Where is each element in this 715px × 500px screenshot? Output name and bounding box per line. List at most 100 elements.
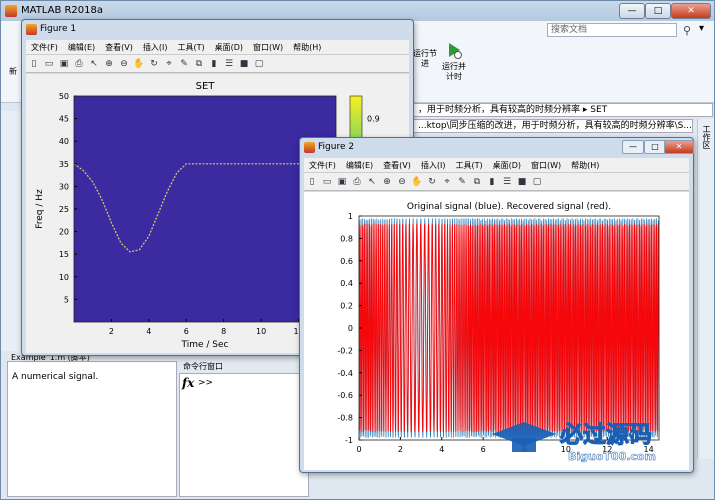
figure2-menu-edit[interactable]: 编辑(E) [341, 158, 378, 173]
x-tick-label: 2 [109, 327, 114, 336]
figure2-menubar: 文件(F) 编辑(E) 查看(V) 插入(I) 工具(T) 桌面(D) 窗口(W) 帮助(H) [304, 158, 689, 173]
minimize-button[interactable]: — [619, 3, 645, 19]
zoom-out-icon[interactable]: ⊖ [396, 176, 408, 188]
command-window-header: 命令行窗口 [179, 361, 309, 373]
figure1-menu-view[interactable]: 查看(V) [100, 40, 138, 55]
figure1-menu-window[interactable]: 窗口(W) [248, 40, 288, 55]
legend-icon[interactable]: ☰ [223, 58, 235, 70]
brush-icon[interactable]: ✎ [178, 58, 190, 70]
y-tick-label: -0.4 [337, 369, 353, 378]
show-tools-icon[interactable]: ▢ [253, 58, 265, 70]
command-window[interactable]: fx >> [179, 373, 309, 497]
zoom-in-icon[interactable]: ⊕ [103, 58, 115, 70]
close-button[interactable]: ✕ [671, 3, 711, 19]
y-axis-label: Freq / Hz [35, 189, 45, 229]
figure1-menu-insert[interactable]: 插入(I) [138, 40, 173, 55]
y-tick-label: 0.6 [340, 257, 353, 266]
x-tick-label: 2 [398, 445, 403, 454]
figure1-menu-file[interactable]: 文件(F) [26, 40, 63, 55]
figure2-minimize-button[interactable]: — [622, 140, 644, 154]
run-and-time-label: 运行并计时 [442, 62, 466, 81]
hide-tools-icon[interactable]: ■ [516, 176, 528, 188]
figure2-menu-tools[interactable]: 工具(T) [450, 158, 487, 173]
figure2-maximize-button[interactable]: □ [644, 140, 666, 154]
figure2-menu-desktop[interactable]: 桌面(D) [488, 158, 526, 173]
run-section-label: 运行节 [413, 49, 437, 58]
figure1-menu-desktop[interactable]: 桌面(D) [210, 40, 248, 55]
figure2-menu-insert[interactable]: 插入(I) [416, 158, 451, 173]
x-tick-label: 8 [221, 327, 226, 336]
run-section-label-2: 进 [421, 59, 429, 68]
x-tick-label: 6 [184, 327, 189, 336]
link-icon[interactable]: ⧉ [471, 176, 483, 188]
figure1-toolbar: ▯ ▭ ▣ ⎙ ↖ ⊕ ⊖ ✋ ↻ ⌖ ✎ ⧉ ▮ ☰ ■ ▢ [26, 55, 409, 73]
editor-file-path: ...ktop\同步压缩的改进，用于时频分析，具有较高的时频分辨率\S... [413, 119, 693, 133]
figure2-menu-help[interactable]: 帮助(H) [566, 158, 604, 173]
watermark-subtext: BiguoT00.com [568, 450, 656, 463]
rotate-icon[interactable]: ↻ [148, 58, 160, 70]
figure2-menu-window[interactable]: 窗口(W) [526, 158, 566, 173]
matlab-logo-icon [5, 5, 17, 17]
maximize-button[interactable]: □ [645, 3, 671, 19]
hide-tools-icon[interactable]: ■ [238, 58, 250, 70]
workspace-side-tab[interactable]: 工作区 [697, 119, 714, 459]
pan-icon[interactable]: ✋ [133, 58, 145, 70]
figure1-menu-help[interactable]: 帮助(H) [288, 40, 326, 55]
figure2-logo-icon [304, 142, 315, 153]
current-folder-address[interactable]: ，用于时频分析，具有较高的时频分辨率 ▸ SET [413, 103, 713, 117]
details-text: A numerical signal. [12, 372, 99, 382]
run-and-time-button[interactable]: 运行并计时 [439, 41, 469, 82]
show-tools-icon[interactable]: ▢ [531, 176, 543, 188]
zoom-in-icon[interactable]: ⊕ [381, 176, 393, 188]
data-cursor-icon[interactable]: ⌖ [163, 58, 175, 70]
heatmap-background [74, 96, 336, 322]
figure2-title: Figure 2 [318, 142, 355, 152]
x-axis-label: Time / Sec [181, 340, 229, 350]
y-tick-label: 0 [348, 324, 353, 333]
fx-icon[interactable]: fx [182, 376, 194, 390]
data-cursor-icon[interactable]: ⌖ [441, 176, 453, 188]
figure1-menubar: 文件(F) 编辑(E) 查看(V) 插入(I) 工具(T) 桌面(D) 窗口(W) 帮助(H) [26, 40, 409, 55]
figure1-titlebar: Figure 1 [22, 20, 413, 40]
save-icon[interactable]: ▣ [336, 176, 348, 188]
print-icon[interactable]: ⎙ [351, 176, 363, 188]
print-icon[interactable]: ⎙ [73, 58, 85, 70]
pointer-icon[interactable]: ↖ [88, 58, 100, 70]
search-input[interactable]: 搜索文档 [547, 23, 677, 37]
x-tick-label: 4 [439, 445, 444, 454]
new-figure-icon[interactable]: ▯ [28, 58, 40, 70]
new-figure-icon[interactable]: ▯ [306, 176, 318, 188]
chart-title: Original signal (blue). Recovered signal… [407, 202, 611, 212]
figure2-close-button[interactable]: ✕ [664, 140, 694, 154]
figure2-toolbar: ▯ ▭ ▣ ⎙ ↖ ⊕ ⊖ ✋ ↻ ⌖ ✎ ⧉ ▮ ☰ ■ ▢ [304, 173, 689, 191]
zoom-out-icon[interactable]: ⊖ [118, 58, 130, 70]
open-file-icon[interactable]: ▭ [321, 176, 333, 188]
series-recovered-signal [358, 223, 660, 433]
colorbar-icon[interactable]: ▮ [208, 58, 220, 70]
legend-icon[interactable]: ☰ [501, 176, 513, 188]
watermark-graphic: 必过源码 BiguoT00.com [492, 421, 656, 463]
y-tick-label: 1 [348, 212, 353, 221]
figure1-menu-edit[interactable]: 编辑(E) [63, 40, 100, 55]
figure2-menu-view[interactable]: 查看(V) [378, 158, 416, 173]
y-tick-label: 15 [59, 250, 69, 259]
figure2-menu-file[interactable]: 文件(F) [304, 158, 341, 173]
colorbar-icon[interactable]: ▮ [486, 176, 498, 188]
settings-icon[interactable]: ▾ [699, 23, 704, 34]
y-tick-label: 30 [59, 182, 69, 191]
link-icon[interactable]: ⧉ [193, 58, 205, 70]
pointer-icon[interactable]: ↖ [366, 176, 378, 188]
x-tick-label: 6 [481, 445, 486, 454]
figure2-titlebar: Figure 2 — □ ✕ [300, 138, 694, 158]
run-section-button[interactable]: 运行节 进 [413, 49, 437, 69]
open-file-icon[interactable]: ▭ [43, 58, 55, 70]
y-tick-label: -0.2 [337, 346, 353, 355]
search-icon[interactable]: ⚲ [683, 24, 691, 37]
figure1-menu-tools[interactable]: 工具(T) [172, 40, 209, 55]
rotate-icon[interactable]: ↻ [426, 176, 438, 188]
command-prompt[interactable]: >> [198, 378, 213, 388]
pan-icon[interactable]: ✋ [411, 176, 423, 188]
ribbon-new-partial[interactable]: 新 [9, 67, 17, 77]
brush-icon[interactable]: ✎ [456, 176, 468, 188]
save-icon[interactable]: ▣ [58, 58, 70, 70]
